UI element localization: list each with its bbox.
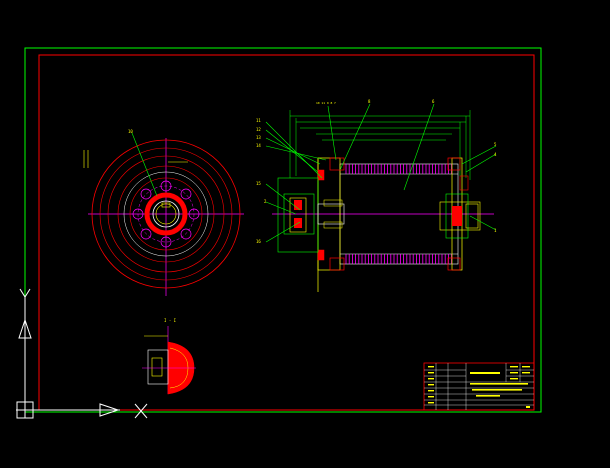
flange-red-block-bottom [317, 249, 325, 261]
right-bearing-red [452, 206, 462, 226]
cad-drawing-canvas[interactable]: 10 11 12 13 14 15 2 16 10 11 9 8 7 8 6 5… [0, 0, 610, 468]
balloon-11: 11 [256, 118, 261, 123]
balloon-15: 15 [256, 181, 261, 186]
balloon-12: 12 [256, 127, 261, 132]
section-label: I - I [164, 318, 177, 323]
balloon-13: 13 [256, 135, 261, 140]
balloon-14: 14 [256, 143, 261, 148]
balloon-16: 16 [256, 239, 261, 244]
balloon-front-10: 10 [128, 129, 133, 134]
balloon-group-top: 10 11 9 8 7 [316, 101, 336, 105]
